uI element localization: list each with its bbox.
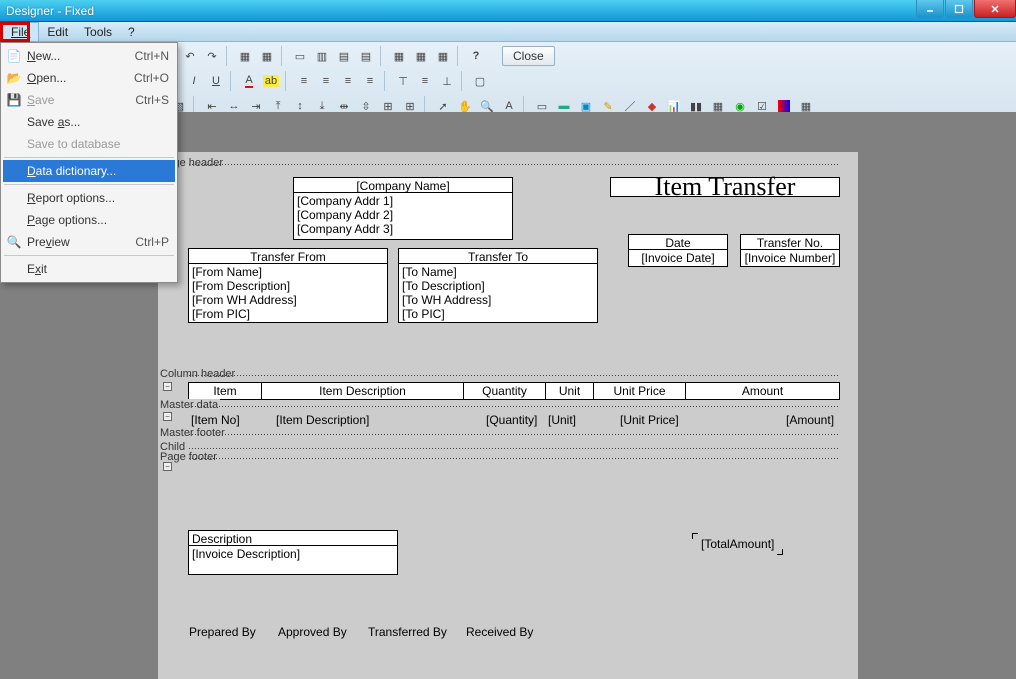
page-add-icon[interactable]: ▤ [334, 46, 354, 66]
bring-front-icon[interactable]: ▦ [235, 46, 255, 66]
menu-edit[interactable]: Edit [39, 22, 76, 41]
align-justify-icon[interactable]: ≡ [360, 71, 380, 91]
date-field[interactable]: [Invoice Date] [628, 249, 728, 267]
fit-grid-icon[interactable]: ▦ [433, 46, 453, 66]
band-dotline [188, 447, 840, 451]
sig-approved[interactable]: Approved By [278, 625, 358, 639]
valign-bot-icon[interactable]: ⊥ [437, 71, 457, 91]
band-dotline [188, 163, 840, 167]
field-item-no[interactable]: [Item No] [191, 413, 240, 427]
save-icon: 💾 [6, 92, 22, 108]
menu-save[interactable]: 💾 SaveCtrl+S [3, 89, 175, 111]
menu-data-dictionary[interactable]: Data dictionary... [3, 160, 175, 182]
transfer-to-fields[interactable]: [To Name] [To Description] [To WH Addres… [398, 263, 598, 323]
sig-transferred[interactable]: Transferred By [368, 625, 458, 639]
field-unit-price[interactable]: [Unit Price] [620, 413, 679, 427]
menu-separator [4, 157, 174, 158]
menubar: File Edit Tools ? [0, 22, 1016, 42]
page-del-icon[interactable]: ▤ [356, 46, 376, 66]
italic-icon[interactable]: I [184, 71, 204, 91]
band-dotline [188, 433, 840, 437]
menu-file[interactable]: File [2, 22, 39, 41]
menu-preview[interactable]: 🔍 PreviewCtrl+P [3, 231, 175, 253]
highlight-icon[interactable]: ab [261, 71, 281, 91]
undo-icon[interactable]: ↶ [180, 46, 200, 66]
company-addr-field[interactable]: [Company Addr 1] [Company Addr 2] [Compa… [293, 192, 513, 240]
file-menu-dropdown: 📄 New... Ctrl+N 📂 Open...Ctrl+O 💾 SaveCt… [0, 42, 178, 283]
whats-this-icon[interactable]: ? [466, 46, 486, 66]
snap-icon[interactable]: ▦ [411, 46, 431, 66]
total-amount-field[interactable]: [TotalAmount] [693, 534, 782, 554]
menu-separator [4, 255, 174, 256]
report-page[interactable]: Page header − [Company Name] [Company Ad… [158, 152, 858, 679]
band-toggle[interactable]: − [163, 462, 172, 471]
sig-prepared[interactable]: Prepared By [189, 625, 269, 639]
band-dotline [188, 374, 840, 378]
window-maximize-button[interactable] [945, 0, 973, 18]
menu-exit[interactable]: Exit [3, 258, 175, 280]
band-dotline [188, 405, 840, 409]
select-all-icon[interactable]: ▭ [290, 46, 310, 66]
frame-icon[interactable]: ▢ [470, 71, 490, 91]
align-left-icon[interactable]: ≡ [294, 71, 314, 91]
window-minimize-button[interactable] [916, 0, 944, 18]
send-back-icon[interactable]: ▦ [257, 46, 277, 66]
sig-received[interactable]: Received By [466, 625, 546, 639]
report-title[interactable]: Item Transfer [610, 177, 840, 197]
transfer-from-fields[interactable]: [From Name] [From Description] [From WH … [188, 263, 388, 323]
band-toggle[interactable]: − [163, 382, 172, 391]
valign-mid-icon[interactable]: ≡ [415, 71, 435, 91]
menu-tools[interactable]: Tools [76, 22, 120, 41]
menu-separator [4, 184, 174, 185]
grid-icon[interactable]: ▦ [389, 46, 409, 66]
addr2: [Company Addr 2] [297, 208, 509, 222]
menu-save-db[interactable]: Save to database [3, 133, 175, 155]
new-doc-icon: 📄 [6, 48, 22, 64]
window-close-button[interactable] [974, 0, 1016, 18]
field-item-desc[interactable]: [Item Description] [276, 413, 369, 427]
addr1: [Company Addr 1] [297, 194, 509, 208]
band-toggle[interactable]: − [163, 412, 172, 421]
preview-icon: 🔍 [6, 234, 22, 250]
field-qty[interactable]: [Quantity] [486, 413, 537, 427]
font-color-icon[interactable]: A [239, 71, 259, 91]
menu-report-options[interactable]: Report options... [3, 187, 175, 209]
open-folder-icon: 📂 [6, 70, 22, 86]
addr3: [Company Addr 3] [297, 222, 509, 236]
window-title: Designer - Fixed [6, 4, 94, 18]
description-field[interactable]: [Invoice Description] [188, 545, 398, 575]
valign-top-icon[interactable]: ⊤ [393, 71, 413, 91]
menu-new[interactable]: 📄 New... Ctrl+N [3, 45, 175, 67]
field-unit[interactable]: [Unit] [548, 413, 576, 427]
page-setup-icon[interactable]: ▥ [312, 46, 332, 66]
band-dotline [188, 457, 840, 461]
columns-header-row[interactable]: Item Item Description Quantity Unit Unit… [188, 382, 840, 400]
menu-page-options[interactable]: Page options... [3, 209, 175, 231]
align-center-icon[interactable]: ≡ [316, 71, 336, 91]
transferno-field[interactable]: [Invoice Number] [740, 249, 840, 267]
field-amount[interactable]: [Amount] [786, 413, 834, 427]
menu-open[interactable]: 📂 Open...Ctrl+O [3, 67, 175, 89]
close-button[interactable]: Close [502, 46, 555, 66]
underline-icon[interactable]: U [206, 71, 226, 91]
menu-help[interactable]: ? [120, 22, 143, 41]
align-right-icon[interactable]: ≡ [338, 71, 358, 91]
redo-icon[interactable]: ↷ [202, 46, 222, 66]
window-titlebar: Designer - Fixed [0, 0, 1016, 22]
menu-save-as[interactable]: Save as... [3, 111, 175, 133]
